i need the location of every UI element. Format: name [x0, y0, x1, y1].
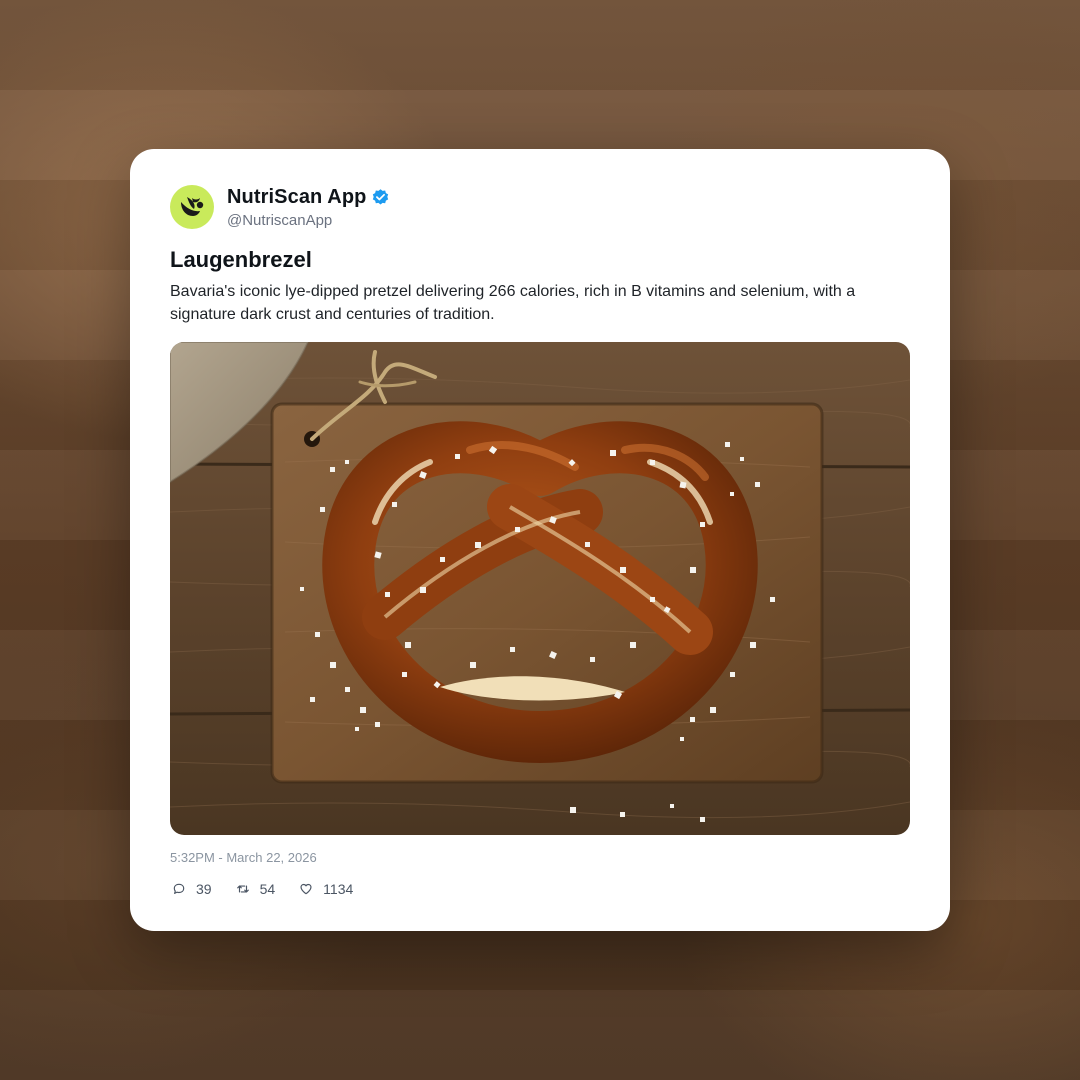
verified-badge-icon [373, 188, 389, 205]
post-title: Laugenbrezel [170, 247, 312, 272]
display-name[interactable]: NutriScan App [227, 186, 366, 209]
comment-icon [173, 883, 185, 894]
like-button[interactable]: 1134 [299, 881, 353, 897]
retweet-icon [236, 885, 249, 893]
heart-icon [300, 883, 312, 895]
leaf-logo-icon [181, 197, 204, 216]
post-header: NutriScan App @NutriscanApp [170, 185, 390, 229]
reply-count: 39 [196, 881, 212, 897]
post-description: Bavaria's iconic lye-dipped pretzel deli… [170, 283, 856, 323]
post-card: NutriScan App @NutriscanApp Laugenbrezel… [130, 149, 950, 931]
retweet-count: 54 [259, 881, 276, 897]
like-count: 1134 [323, 881, 354, 897]
avatar[interactable] [170, 185, 214, 229]
user-handle[interactable]: @NutriscanApp [227, 212, 390, 229]
reply-button[interactable]: 39 [172, 881, 212, 897]
engagement-bar: 39 54 1134 [172, 881, 377, 897]
retweet-button[interactable]: 54 [236, 881, 276, 897]
post-timestamp: 5:32PM - March 22, 2026 [170, 850, 317, 865]
pretzel-photo[interactable] [170, 342, 910, 835]
